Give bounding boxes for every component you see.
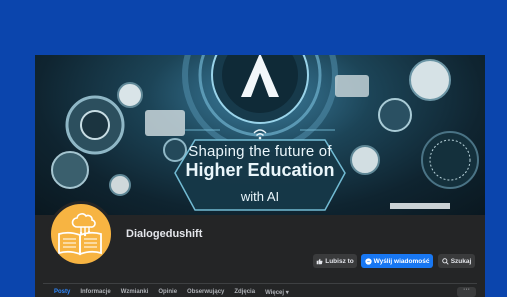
cover-photo[interactable]: Shaping the future of Higher Education w… — [35, 55, 485, 215]
cover-tagline-line3: with AI — [240, 189, 280, 204]
facebook-page: Shaping the future of Higher Education w… — [35, 55, 485, 297]
tab-about[interactable]: Informacje — [80, 289, 110, 296]
page-name: Dialogedushift — [126, 228, 203, 240]
cover-tagline-line2: Higher Education — [185, 160, 335, 180]
tab-mentions[interactable]: Wzmianki — [121, 289, 149, 296]
send-message-button[interactable]: Wyślij wiadomość — [361, 254, 433, 268]
search-icon — [441, 257, 449, 265]
thumbs-up-icon — [316, 258, 323, 264]
tab-followers[interactable]: Obserwujący — [187, 289, 224, 296]
header-divider — [43, 283, 477, 284]
tab-reviews[interactable]: Opinie — [158, 289, 177, 296]
tab-more[interactable]: Więcej ▾ — [265, 289, 289, 296]
profile-avatar[interactable] — [48, 201, 114, 267]
search-button-label: Szukaj — [450, 257, 472, 265]
send-message-label: Wyślij wiadomość — [373, 257, 430, 265]
page-tabs: Posty Informacje Wzmianki Opinie Obserwu… — [54, 289, 299, 296]
more-options-button[interactable]: ··· — [457, 286, 476, 297]
messenger-icon — [364, 257, 372, 265]
tab-photos[interactable]: Zdjęcia — [234, 289, 255, 296]
like-button[interactable]: Lubisz to — [313, 254, 357, 268]
tab-posts[interactable]: Posty — [54, 289, 70, 296]
search-button[interactable]: Szukaj — [438, 254, 475, 268]
cover-tagline-line1: Shaping the future of — [188, 143, 332, 160]
like-button-label: Lubisz to — [325, 257, 354, 265]
book-cloud-icon — [58, 213, 102, 256]
